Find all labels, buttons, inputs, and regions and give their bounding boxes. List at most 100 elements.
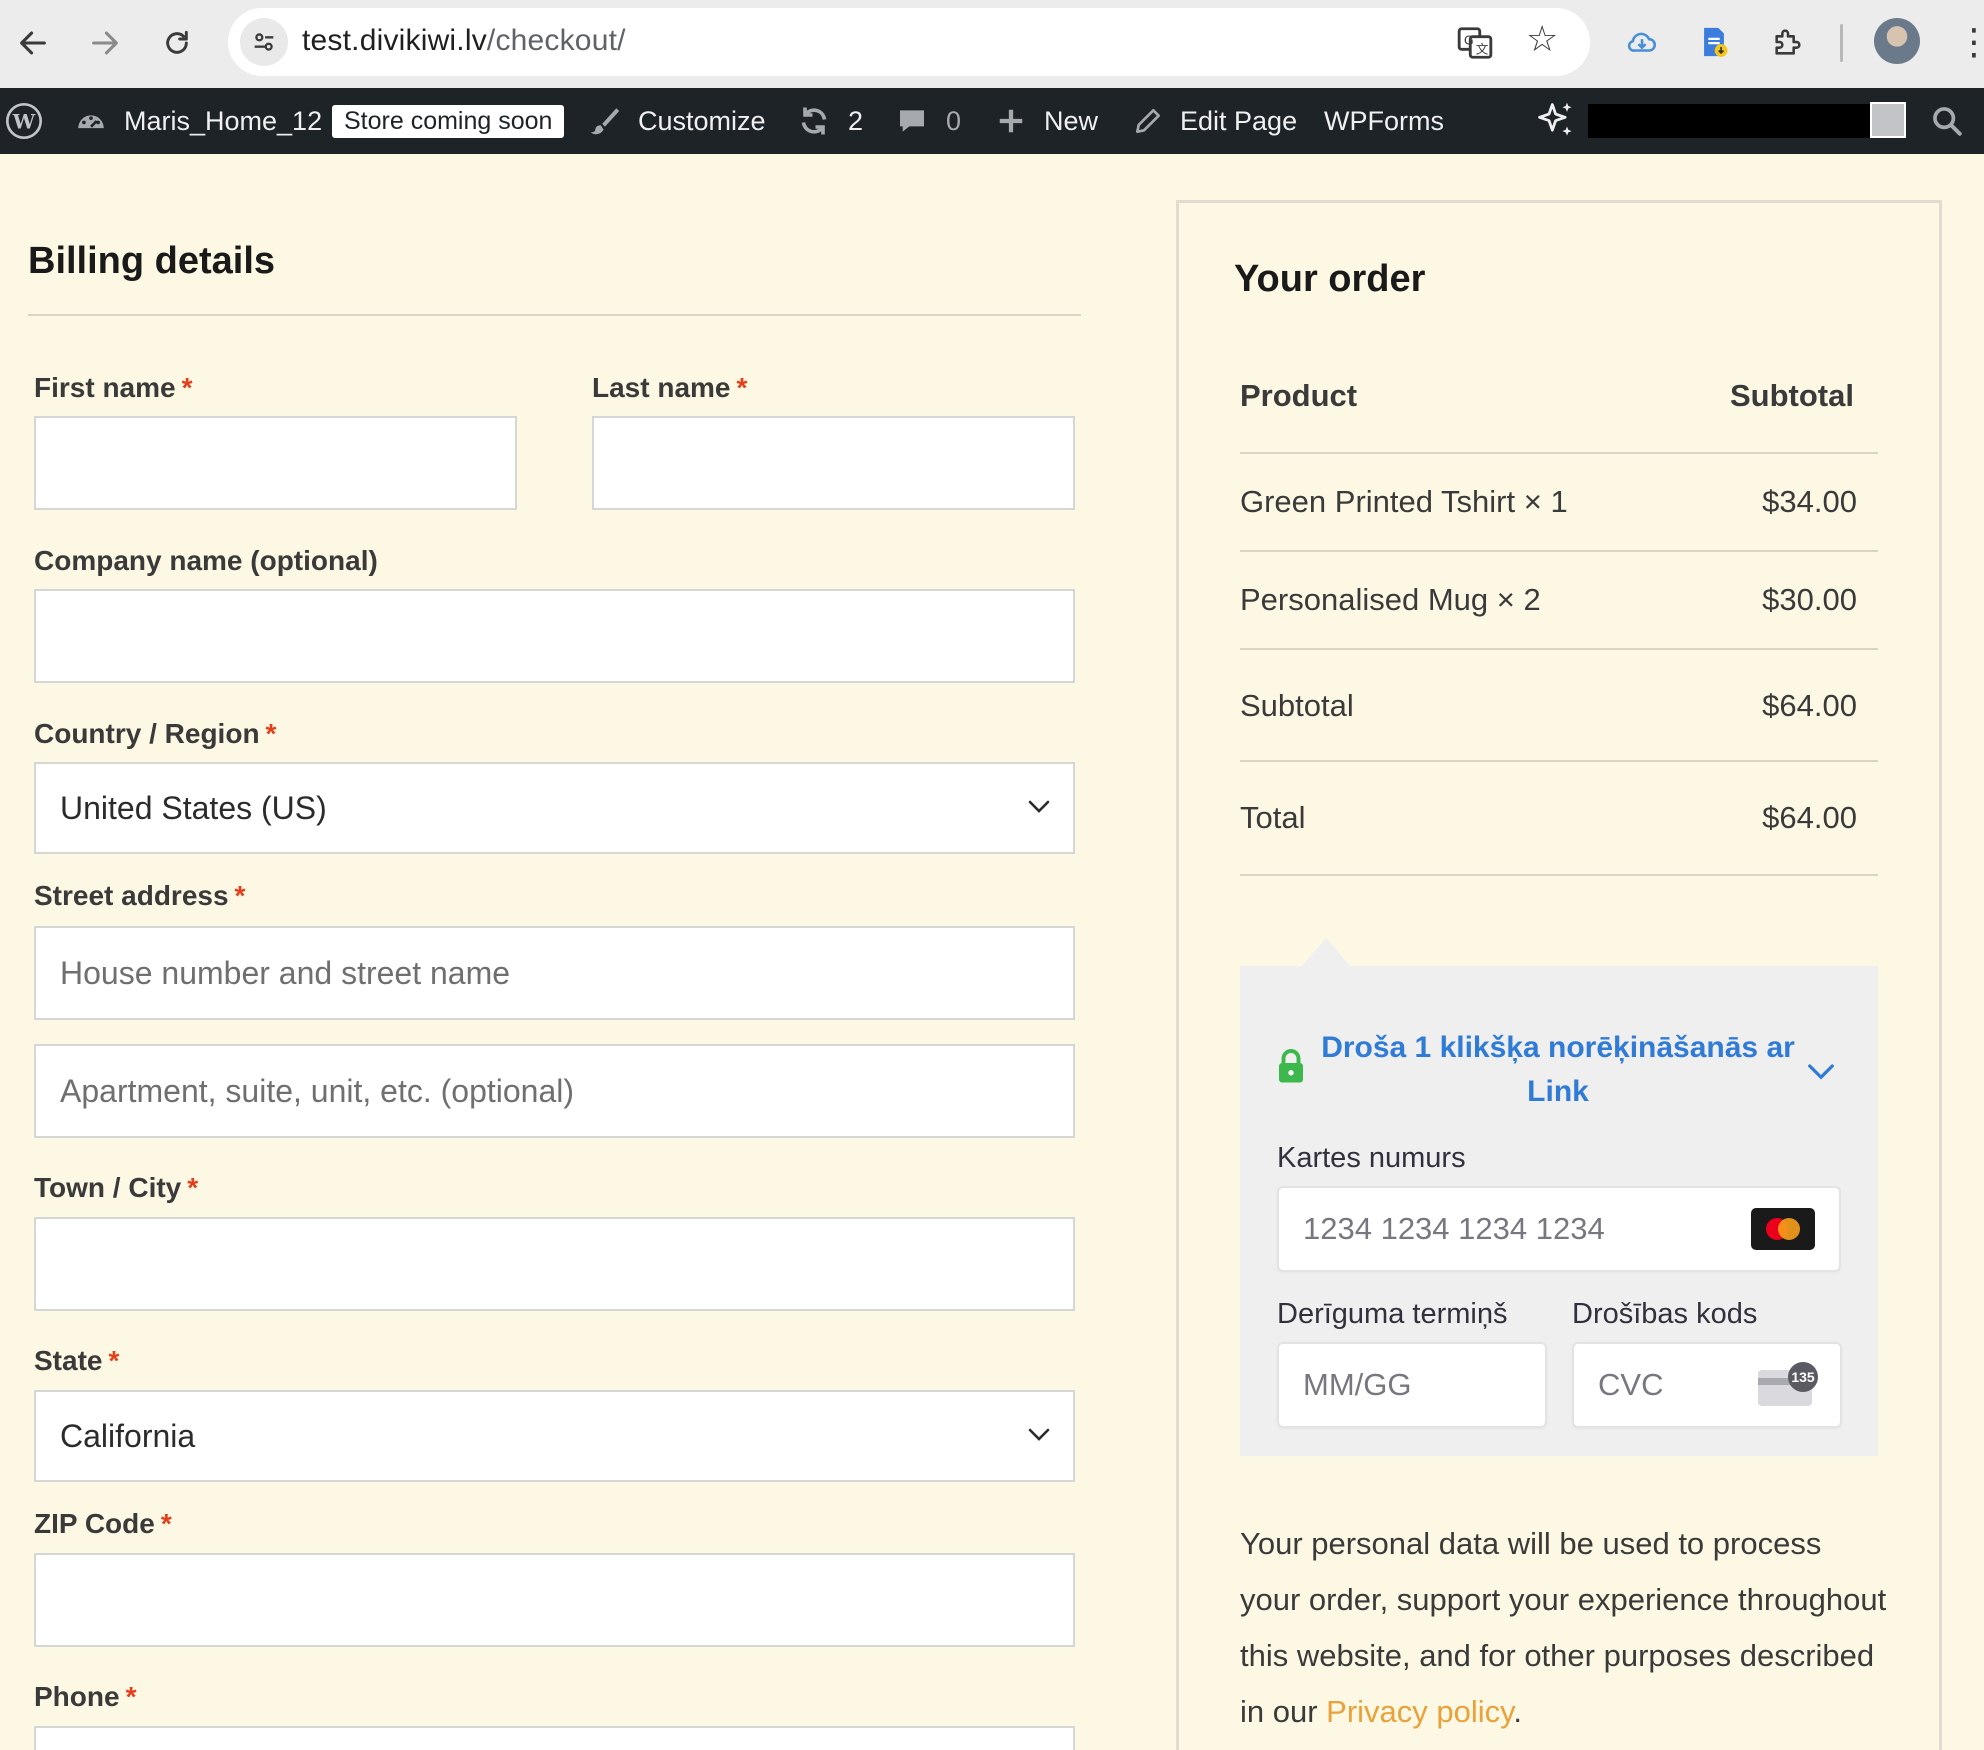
menu-icon[interactable]: ⋮ — [1956, 20, 1984, 64]
store-status-badge[interactable]: Store coming soon — [332, 88, 565, 154]
first-name-field[interactable] — [34, 416, 517, 510]
privacy-end: . — [1513, 1694, 1522, 1729]
site-settings-icon[interactable] — [240, 18, 288, 66]
pencil-icon[interactable] — [1132, 88, 1164, 154]
city-field[interactable] — [34, 1217, 1075, 1311]
subtotal-label: Subtotal — [1240, 688, 1354, 723]
state-select[interactable]: California — [34, 1390, 1075, 1482]
brush-icon[interactable] — [588, 88, 622, 154]
country-value: United States (US) — [60, 789, 327, 826]
item-name: Green Printed Tshirt — [1240, 484, 1516, 519]
required-mark: * — [181, 372, 193, 403]
table-row: Green Printed Tshirt × 1 — [1240, 484, 1568, 520]
comments-count[interactable]: 0 — [946, 88, 961, 154]
redacted-username — [1588, 104, 1870, 138]
avatar[interactable] — [1874, 18, 1920, 64]
admin-avatar[interactable] — [1870, 102, 1906, 138]
wordpress-icon[interactable]: W — [4, 88, 44, 154]
chevron-down-icon — [1028, 1428, 1050, 1441]
cvc-placeholder: CVC — [1598, 1367, 1664, 1402]
street-address-field[interactable]: House number and street name — [34, 926, 1075, 1020]
extensions-icon[interactable] — [1766, 20, 1810, 64]
updates-count[interactable]: 2 — [848, 88, 863, 154]
company-field[interactable] — [34, 589, 1075, 683]
table-divider — [1240, 874, 1878, 876]
forward-arrow-icon[interactable] — [80, 18, 130, 68]
site-name-link[interactable]: Maris_Home_12 — [124, 88, 322, 154]
required-mark: * — [234, 880, 246, 911]
comment-icon[interactable] — [896, 88, 928, 154]
table-divider — [1240, 550, 1878, 552]
required-mark: * — [160, 1508, 172, 1539]
billing-divider — [28, 314, 1081, 316]
svg-text:G: G — [1464, 33, 1474, 48]
card-number-field[interactable]: 1234 1234 1234 1234 — [1277, 1186, 1841, 1272]
address-bar[interactable]: test.divikiwi.lv/checkout/ G文 ☆ — [228, 8, 1590, 76]
search-icon[interactable] — [1930, 88, 1964, 154]
item-qty: × 2 — [1496, 582, 1541, 617]
link-checkout-toggle[interactable]: Droša 1 klikšķa norēķināšanās ar Link — [1310, 1026, 1806, 1114]
country-select[interactable]: United States (US) — [34, 762, 1075, 854]
first-name-label-text: First name — [34, 372, 176, 403]
edit-page-link[interactable]: Edit Page — [1180, 88, 1297, 154]
card-number-label: Kartes numurs — [1277, 1142, 1466, 1174]
phone-label: Phone * — [34, 1681, 136, 1713]
svg-text:W: W — [12, 110, 36, 134]
required-mark: * — [265, 718, 277, 749]
table-divider — [1240, 760, 1878, 762]
billing-title: Billing details — [28, 240, 276, 282]
order-title: Your order — [1234, 258, 1426, 300]
zip-field[interactable] — [34, 1553, 1075, 1647]
required-mark: * — [108, 1345, 120, 1376]
expiry-field[interactable]: MM/GG — [1277, 1342, 1547, 1428]
url-text: test.divikiwi.lv/checkout/ — [302, 24, 626, 58]
cvc-label: Drošības kods — [1572, 1298, 1758, 1330]
dashboard-icon[interactable] — [74, 88, 108, 154]
back-arrow-icon[interactable] — [8, 18, 58, 68]
country-label-text: Country / Region — [34, 718, 260, 749]
expiry-placeholder: MM/GG — [1303, 1367, 1412, 1402]
state-value: California — [60, 1417, 196, 1454]
document-icon[interactable] — [1692, 20, 1736, 64]
first-name-label: First name * — [34, 372, 193, 404]
star-icon[interactable]: ☆ — [1526, 18, 1558, 60]
phone-label-text: Phone — [34, 1681, 120, 1712]
company-label: Company name (optional) — [34, 545, 378, 576]
street-placeholder: House number and street name — [60, 954, 511, 991]
phone-field[interactable] — [34, 1726, 1075, 1750]
country-label: Country / Region * — [34, 718, 276, 750]
store-badge-label: Store coming soon — [332, 104, 565, 138]
card-number-placeholder: 1234 1234 1234 1234 — [1303, 1211, 1605, 1246]
expiry-label: Derīguma termiņš — [1277, 1298, 1508, 1330]
last-name-field[interactable] — [592, 416, 1075, 510]
last-name-label-text: Last name — [592, 372, 731, 403]
toolbar-divider — [1840, 24, 1843, 62]
subtotal-column-header: Subtotal — [1730, 378, 1854, 413]
required-mark: * — [187, 1172, 199, 1203]
customize-link[interactable]: Customize — [638, 88, 766, 154]
plus-icon[interactable] — [996, 88, 1026, 154]
apartment-field[interactable]: Apartment, suite, unit, etc. (optional) — [34, 1044, 1075, 1138]
reload-icon[interactable] — [152, 18, 202, 68]
table-divider — [1240, 648, 1878, 650]
wpforms-link[interactable]: WPForms — [1324, 88, 1444, 154]
new-link[interactable]: New — [1044, 88, 1098, 154]
svg-text:文: 文 — [1476, 41, 1489, 56]
translate-icon[interactable]: G文 — [1456, 24, 1494, 62]
refresh-icon[interactable] — [796, 88, 832, 154]
required-mark: * — [125, 1681, 137, 1712]
privacy-policy-link[interactable]: Privacy policy — [1326, 1694, 1513, 1729]
browser-toolbar: test.divikiwi.lv/checkout/ G文 ☆ ⋮ — [0, 0, 1984, 88]
total-label: Total — [1240, 800, 1306, 835]
payment-notch — [1302, 938, 1350, 966]
cvc-field[interactable]: CVC 135 — [1572, 1342, 1842, 1428]
last-name-label: Last name * — [592, 372, 747, 404]
item-qty: × 1 — [1523, 484, 1568, 519]
required-mark: * — [736, 372, 748, 403]
table-divider — [1240, 452, 1878, 454]
cloud-icon[interactable] — [1620, 20, 1664, 64]
chevron-down-icon — [1028, 800, 1050, 813]
chevron-down-icon[interactable] — [1806, 1056, 1836, 1086]
sparkle-icon[interactable] — [1534, 88, 1578, 154]
street-label-text: Street address — [34, 880, 229, 911]
